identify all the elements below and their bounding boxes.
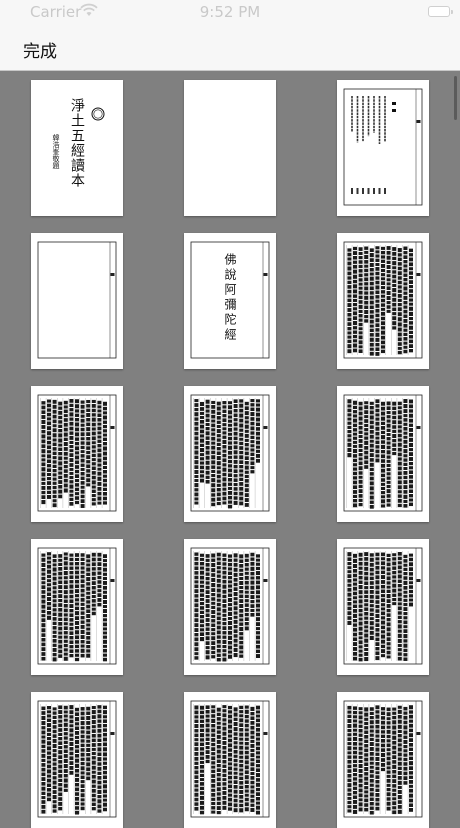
page-thumbnail-image [343,394,423,512]
page-thumbnail[interactable] [184,80,276,216]
page-thumbnail[interactable]: 淨土五經讀本 韓浩峯敬題 [31,80,123,216]
page-thumbnail[interactable] [31,233,123,369]
page-thumbnail[interactable] [337,692,429,828]
status-time: 9:52 PM [199,3,261,21]
cover-signature: 韓浩峯敬題 [52,133,60,170]
page-thumbnail-image [190,700,270,818]
page-thumbnail[interactable] [31,386,123,522]
page-thumbnail-image [190,394,270,512]
page-thumbnail-image [37,547,117,665]
page-thumbnail[interactable] [31,692,123,828]
page-thumbnail[interactable] [184,539,276,675]
page-thumbnail-grid[interactable]: 淨土五經讀本 韓浩峯敬題佛說阿彌陀經 [0,71,460,828]
page-thumbnail-image [190,547,270,665]
battery-icon [428,6,453,17]
page-thumbnail-image [343,547,423,665]
page-thumbnail-image [343,88,423,206]
page-thumbnail-image [184,80,276,216]
navigation-bar: 完成 [0,26,460,71]
done-button[interactable]: 完成 [23,37,57,62]
page-thumbnail[interactable] [337,539,429,675]
sutra-title: 佛說阿彌陀經 [223,253,237,343]
page-thumbnail-image [37,394,117,512]
page-thumbnail[interactable] [184,692,276,828]
page-thumbnail[interactable] [337,386,429,522]
status-bar: Carrier 9:52 PM [0,0,460,26]
page-thumbnail-image [343,700,423,818]
page-thumbnail-image: 淨土五經讀本 韓浩峯敬題 [52,98,105,188]
page-thumbnail[interactable]: 佛說阿彌陀經 [184,233,276,369]
page-thumbnail[interactable] [31,539,123,675]
page-thumbnail-image [37,700,117,818]
page-thumbnail[interactable] [337,233,429,369]
cover-title: 淨土五經讀本 [69,98,85,188]
page-thumbnail-image [37,241,117,359]
page-thumbnail-image [343,241,423,359]
page-thumbnail-image: 佛說阿彌陀經 [190,241,270,359]
scroll-indicator[interactable] [454,76,457,120]
page-thumbnail[interactable] [184,386,276,522]
page-thumbnail[interactable] [337,80,429,216]
